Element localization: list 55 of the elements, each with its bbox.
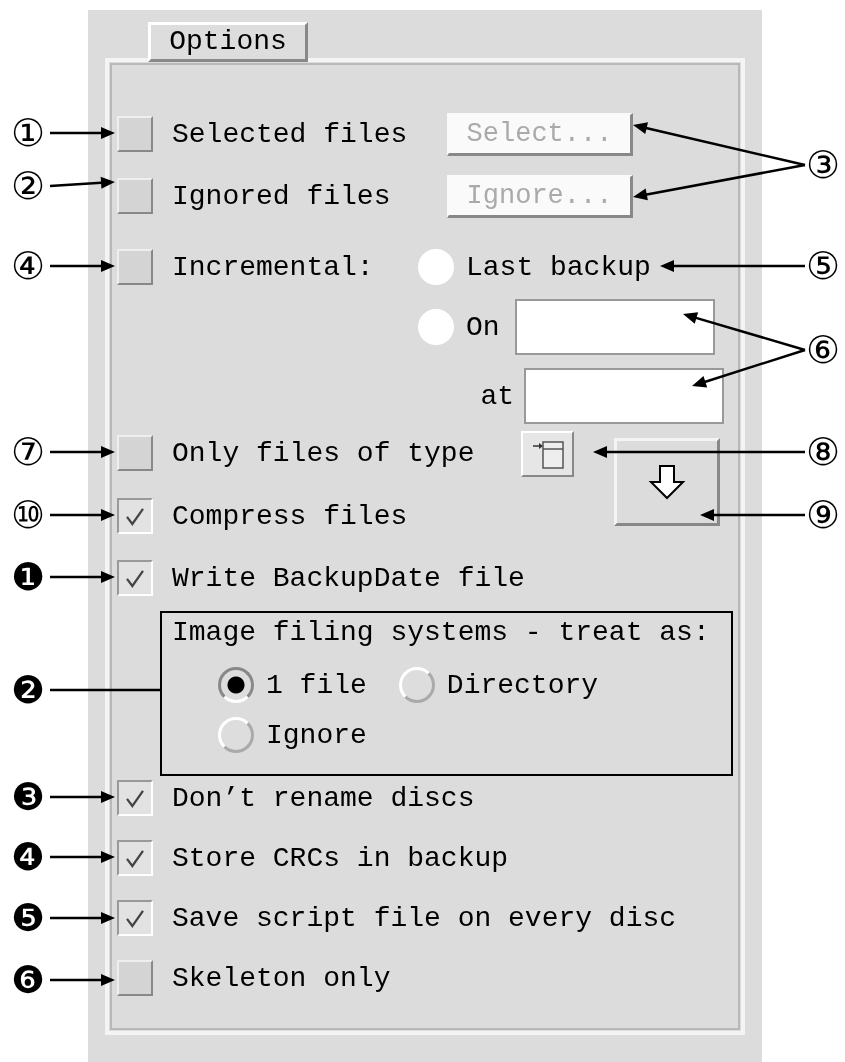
callout-number: ⑦ bbox=[9, 430, 47, 474]
radio-label: Directory bbox=[446, 669, 599, 701]
callout-number: ② bbox=[9, 164, 47, 208]
callout-number: ⑨ bbox=[804, 493, 842, 537]
callout-number: ❸ bbox=[9, 775, 47, 819]
checkbox-label: Incremental: bbox=[172, 251, 375, 283]
callout-number: ❻ bbox=[9, 958, 47, 1002]
radio-label: Ignore bbox=[266, 719, 367, 751]
date-field[interactable] bbox=[513, 297, 717, 357]
checkbox-label: Only files of type bbox=[172, 437, 475, 469]
down-arrow-icon bbox=[647, 462, 687, 502]
time-field[interactable] bbox=[522, 366, 726, 426]
leader-line bbox=[50, 851, 115, 863]
checkbox[interactable] bbox=[117, 498, 153, 534]
callout-number: ③ bbox=[804, 143, 842, 187]
checkbox-label: Save script file on every disc bbox=[172, 902, 677, 934]
leader-line bbox=[50, 446, 115, 458]
checkbox-label: Skeleton only bbox=[172, 962, 391, 994]
callout-number: ⑧ bbox=[804, 430, 842, 474]
callout-number: ❷ bbox=[9, 668, 47, 712]
callout-number: ❺ bbox=[9, 896, 47, 940]
callout-number: ❶ bbox=[9, 555, 47, 599]
checkbox[interactable] bbox=[117, 900, 153, 936]
radio-button[interactable] bbox=[218, 667, 254, 703]
leader-line bbox=[49, 176, 115, 189]
leader-line bbox=[50, 974, 115, 986]
callout-number: ⑩ bbox=[9, 493, 47, 537]
tab[interactable]: Options bbox=[148, 22, 308, 62]
leader-line bbox=[50, 571, 115, 583]
down-arrow-button[interactable] bbox=[614, 438, 720, 526]
radio-label: On bbox=[466, 311, 501, 343]
leader-line bbox=[50, 260, 115, 272]
file-type-button[interactable] bbox=[521, 431, 575, 477]
leader-line bbox=[50, 791, 115, 803]
checkbox-label: Store CRCs in backup bbox=[172, 842, 509, 874]
leader-line bbox=[50, 912, 115, 924]
leader-line bbox=[50, 127, 115, 139]
checkbox-label: Don’t rename discs bbox=[172, 782, 475, 814]
callout-number: ⑤ bbox=[804, 244, 842, 288]
radio-label: Last backup bbox=[466, 251, 651, 283]
checkbox[interactable] bbox=[117, 560, 153, 596]
checkbox-label: Selected files bbox=[172, 118, 409, 150]
callout-number: ① bbox=[9, 111, 47, 155]
checkbox[interactable] bbox=[117, 840, 153, 876]
field-label: at bbox=[480, 380, 514, 412]
leader-line bbox=[50, 509, 115, 521]
checkbox-label: Compress files bbox=[172, 500, 408, 532]
checkbox-label: Write BackupDate file bbox=[172, 562, 525, 594]
radio-label: 1 file bbox=[266, 669, 367, 701]
callout-number: ⑥ bbox=[804, 328, 842, 372]
group-title: Image filing systems - treat as: bbox=[172, 617, 711, 649]
callout-number: ❹ bbox=[9, 835, 47, 879]
callout-number: ④ bbox=[9, 244, 47, 288]
checkbox-label: Ignored files bbox=[172, 180, 392, 212]
checkbox[interactable] bbox=[117, 780, 153, 816]
